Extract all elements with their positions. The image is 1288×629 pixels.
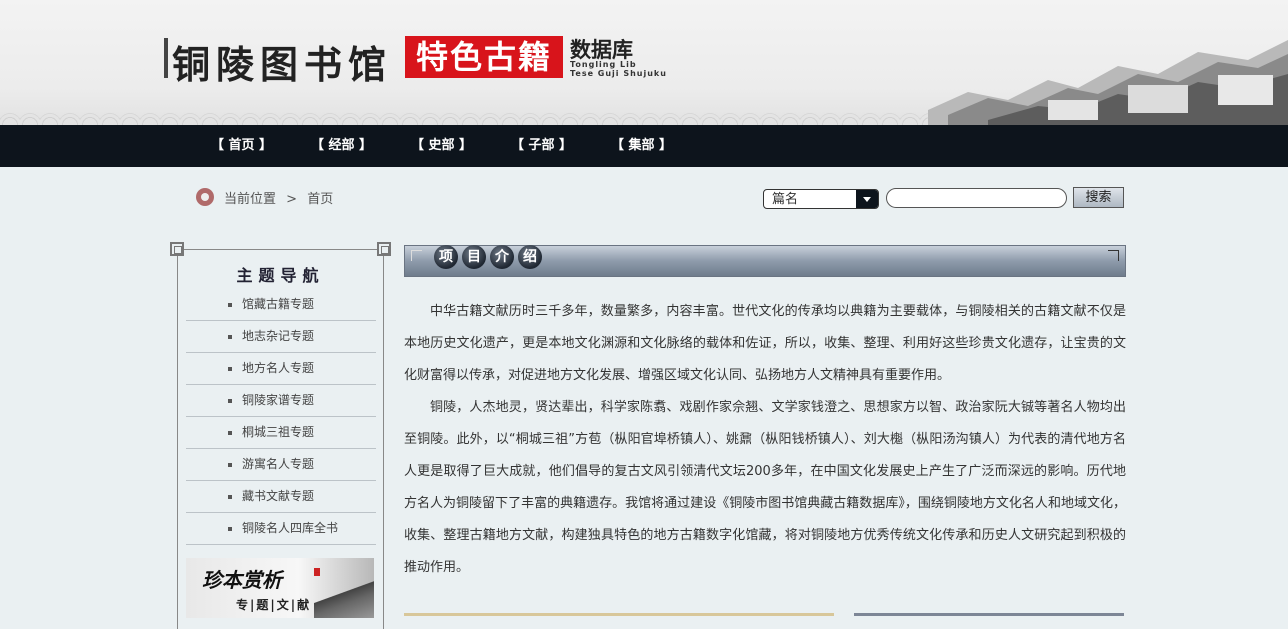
section-title-char: 介 (490, 245, 514, 269)
rare-books-banner[interactable]: 珍本赏析 专|题|文|献 (186, 558, 374, 618)
sidebar-item[interactable]: 桐城三祖专题 (186, 417, 376, 449)
breadcrumb-current[interactable]: 首页 (307, 192, 333, 207)
banner-subtitle: 专|题|文|献 (236, 598, 312, 612)
logo-library-name: 铜陵图书馆 (172, 42, 393, 87)
nav-zibu[interactable]: 【 子部 】 (511, 125, 572, 167)
sidebar-item[interactable]: 地志杂记专题 (186, 321, 376, 353)
main-nav: 【 首页 】 【 经部 】 【 史部 】 【 子部 】 【 集部 】 (0, 125, 1288, 167)
sidebar-item[interactable]: 地方名人专题 (186, 353, 376, 385)
search-input[interactable] (886, 188, 1067, 208)
location-icon (196, 188, 214, 206)
corner-ornament-icon (170, 242, 184, 256)
sidebar-item[interactable]: 藏书文献专题 (186, 481, 376, 513)
section-title-char: 目 (462, 245, 486, 269)
logo-bar (164, 38, 168, 78)
search-button[interactable]: 搜索 (1073, 187, 1124, 208)
seal-icon (314, 568, 320, 576)
section-title-char: 项 (434, 245, 458, 269)
sidebar-item[interactable]: 游寓名人专题 (186, 449, 376, 481)
sidebar-item[interactable]: 铜陵家谱专题 (186, 385, 376, 417)
corner-ornament-icon (377, 242, 391, 256)
skyline-illustration (928, 40, 1288, 125)
sidebar-list: 馆藏古籍专题 地志杂记专题 地方名人专题 铜陵家谱专题 桐城三祖专题 游寓名人专… (186, 289, 376, 545)
intro-paragraph-2: 铜陵，人杰地灵，贤达辈出，科学家陈翥、戏剧作家佘翘、文学家钱澄之、思想家方以智、… (404, 400, 1126, 575)
logo-english-line2: Tese Guji Shujuku (570, 69, 667, 78)
breadcrumb-label: 当前位置 (224, 192, 277, 207)
logo-english-line1: Tongling Lib (570, 60, 637, 69)
sidebar-item[interactable]: 馆藏古籍专题 (186, 289, 376, 321)
project-intro-text: 中华古籍文献历时三千多年，数量繁多，内容丰富。世代文化的传承均以典籍为主要载体，… (404, 296, 1126, 584)
search-field-selected: 篇名 (772, 192, 799, 207)
sidebar-title: 主题导航 (236, 266, 325, 285)
nav-shibu[interactable]: 【 史部 】 (411, 125, 472, 167)
breadcrumb: 当前位置 > 首页 (224, 188, 339, 207)
banner-title: 珍本赏析 (202, 568, 282, 592)
roof-illustration (314, 578, 374, 618)
header-banner: 铜陵图书馆 特色古籍 数据库 Tongling Lib Tese Guji Sh… (0, 0, 1288, 125)
sidebar-item[interactable]: 铜陵名人四库全书 (186, 513, 376, 545)
logo-english: Tongling Lib Tese Guji Shujuku (570, 60, 667, 78)
chevron-down-icon (856, 190, 878, 208)
nav-home[interactable]: 【 首页 】 (211, 125, 272, 167)
nav-jingbu[interactable]: 【 经部 】 (311, 125, 372, 167)
section-title-char: 绍 (518, 245, 542, 269)
breadcrumb-separator: > (286, 192, 298, 207)
nav-jibu[interactable]: 【 集部 】 (611, 125, 672, 167)
intro-paragraph-1: 中华古籍文献历时三千多年，数量繁多，内容丰富。世代文化的传承均以典籍为主要载体，… (404, 304, 1126, 383)
search-field-select[interactable]: 篇名 (763, 189, 879, 209)
logo-red-title: 特色古籍 (405, 36, 563, 78)
